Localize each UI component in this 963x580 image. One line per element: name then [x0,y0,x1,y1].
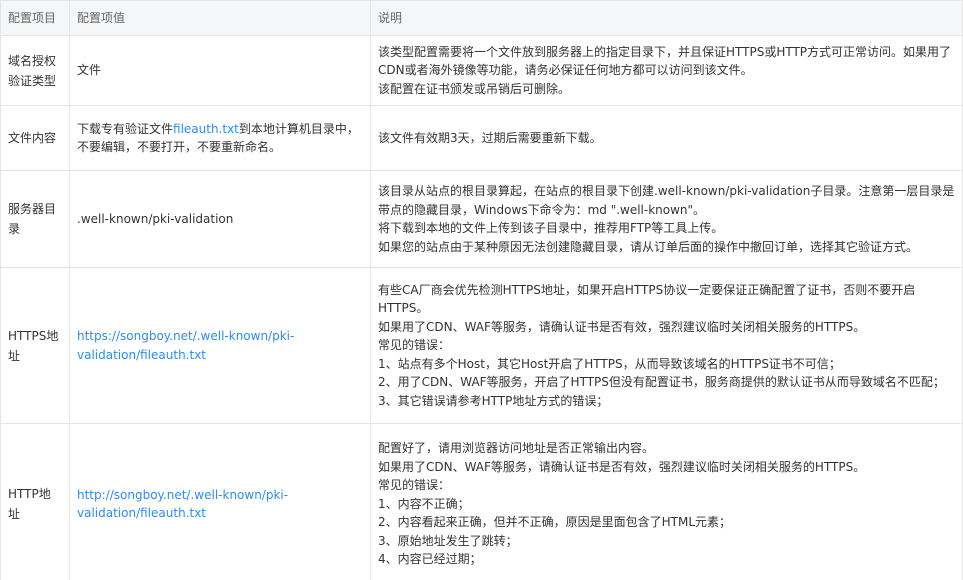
row-description: 该文件有效期3天，过期后需要重新下载。 [370,105,963,171]
table-row: 域名授权验证类型 文件 该类型配置需要将一个文件放到服务器上的指定目录下，并且保… [0,35,963,106]
description-line: 常见的错误： [378,478,451,493]
description-line: 有些CA厂商会优先检测HTTPS地址，如果开启HTTPS协议一定要保证正确配置了… [378,282,916,316]
row-value: .well-known/pki-validation [69,170,371,268]
row-name: 域名授权验证类型 [0,35,70,106]
description-line: 如果用了CDN、WAF等服务，请确认证书是否有效，强烈建议临时关闭相关服务的HT… [378,319,866,334]
table-header: 配置项目 配置项值 说明 [0,0,963,36]
description-line: 常见的错误： [378,338,451,353]
description-line: 如果您的站点由于某种原因无法创建隐藏目录，请从订单后面的操作中撤回订单，选择其它… [378,239,919,254]
description-line: 3、其它错误请参考HTTP地址方式的错误； [378,393,609,408]
row-value: 文件 [69,35,371,106]
description-line: 2、内容看起来正确，但并不正确，原因是里面包含了HTML元素； [378,515,732,530]
table-row: HTTPS地址 https://songboy.net/.well-known/… [0,267,963,424]
config-table-container: 配置项目 配置项值 说明 域名授权验证类型 文件 该类型配置需要将一个文件放到服… [0,0,963,580]
description-line: 配置好了，请用浏览器访问地址是否正常输出内容。 [378,441,655,456]
description-line: 3、原始地址发生了跳转； [378,533,518,548]
row-description: 该类型配置需要将一个文件放到服务器上的指定目录下，并且保证HTTPS或HTTP方… [370,35,963,106]
row-name: 服务器目录 [0,170,70,268]
description-line: 将下载到本地的文件上传到该子目录中，推荐用FTP等工具上传。 [378,221,724,235]
header-description: 说明 [370,0,963,36]
row-description: 该目录从站点的根目录算起，在站点的根目录下创建.well-known/pki-v… [370,170,963,268]
description-line: 1、站点有多个Host，其它Host开启了HTTPS，从而导致该域名的HTTPS… [378,356,841,371]
fileauth-download-link[interactable]: fileauth.txt [173,122,239,136]
description-line: 如果用了CDN、WAF等服务，请确认证书是否有效，强烈建议临时关闭相关服务的HT… [378,459,866,474]
table-row: 文件内容 下载专有验证文件fileauth.txt到本地计算机目录中，不要编辑，… [0,105,963,171]
row-value: http://songboy.net/.well-known/pki-valid… [69,423,371,580]
description-line: 1、内容不正确； [378,496,470,511]
header-config-item: 配置项目 [0,0,70,36]
row-name: HTTPS地址 [0,267,70,424]
description-line: 该类型配置需要将一个文件放到服务器上的指定目录下，并且保证HTTPS或HTTP方… [378,44,952,78]
row-description: 配置好了，请用浏览器访问地址是否正常输出内容。 如果用了CDN、WAF等服务，请… [370,423,963,580]
value-prefix: 下载专有验证文件 [77,121,174,136]
description-line: 4、内容已经过期； [378,552,482,567]
row-value: 下载专有验证文件fileauth.txt到本地计算机目录中，不要编辑，不要打开，… [69,105,371,171]
row-value: https://songboy.net/.well-known/pki-vali… [69,267,371,424]
table-row: 服务器目录 .well-known/pki-validation 该目录从站点的… [0,170,963,268]
config-table: 配置项目 配置项值 说明 域名授权验证类型 文件 该类型配置需要将一个文件放到服… [0,0,963,580]
row-name: 文件内容 [0,105,70,171]
row-description: 有些CA厂商会优先检测HTTPS地址，如果开启HTTPS协议一定要保证正确配置了… [370,267,963,424]
description-line: 该配置在证书颁发或吊销后可删除。 [378,81,571,96]
row-name: HTTP地址 [0,423,70,580]
http-address-link[interactable]: http://songboy.net/.well-known/pki-valid… [77,488,288,521]
https-address-link[interactable]: https://songboy.net/.well-known/pki-vali… [77,329,294,362]
header-config-value: 配置项值 [69,0,371,36]
description-line: 该目录从站点的根目录算起，在站点的根目录下创建.well-known/pki-v… [378,184,955,217]
table-row: HTTP地址 http://songboy.net/.well-known/pk… [0,423,963,580]
description-line: 2、用了CDN、WAF等服务，开启了HTTPS但没有配置证书，服务商提供的默认证… [378,375,945,390]
description-line: 该文件有效期3天，过期后需要重新下载。 [378,130,602,145]
